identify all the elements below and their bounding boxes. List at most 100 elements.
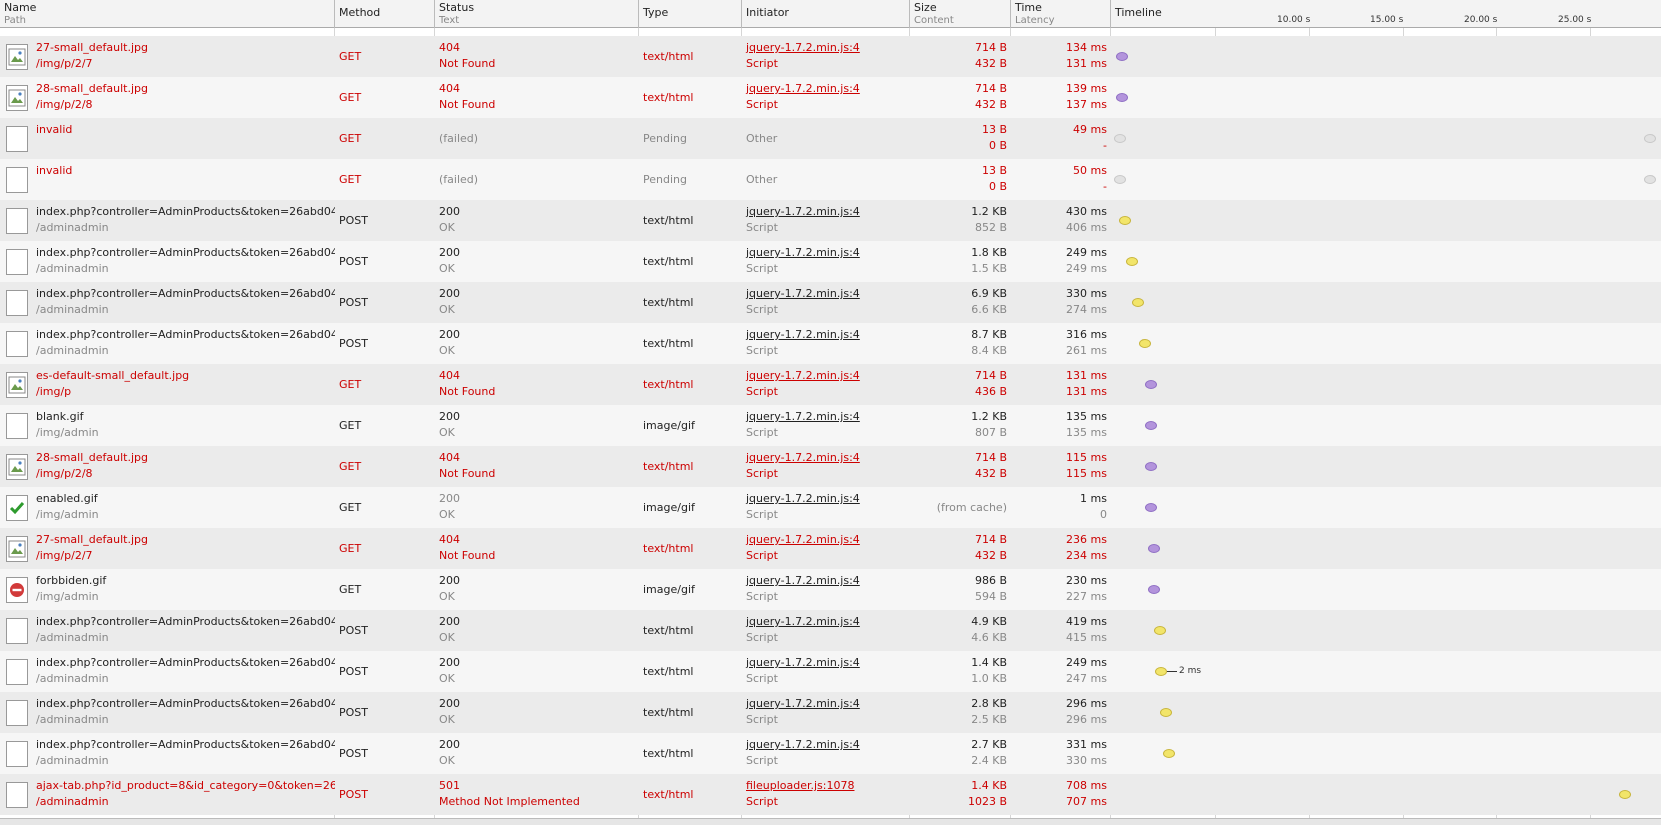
column-header-name[interactable]: Name Path — [0, 0, 335, 28]
cell-name[interactable]: es-default-small_default.jpg/img/p — [0, 364, 335, 405]
initiator-link[interactable]: jquery-1.7.2.min.js:4 — [746, 409, 906, 425]
cell-initiator[interactable]: jquery-1.7.2.min.js:4 Script — [742, 446, 910, 487]
timeline-bar[interactable] — [1119, 216, 1131, 225]
cell-initiator[interactable]: jquery-1.7.2.min.js:4 Script — [742, 733, 910, 774]
cell-name[interactable]: index.php?controller=AdminProducts&token… — [0, 733, 335, 774]
timeline-bar[interactable] — [1163, 749, 1175, 758]
cell-initiator[interactable]: jquery-1.7.2.min.js:4 Script — [742, 364, 910, 405]
cell-initiator[interactable]: jquery-1.7.2.min.js:4 Script — [742, 241, 910, 282]
cell-name[interactable]: forbbiden.gif/img/admin — [0, 569, 335, 610]
cell-name[interactable]: 28-small_default.jpg/img/p/2/8 — [0, 446, 335, 487]
cell-initiator[interactable]: jquery-1.7.2.min.js:4 Script — [742, 323, 910, 364]
table-row[interactable]: index.php?controller=AdminProducts&token… — [0, 733, 1661, 774]
initiator-link[interactable]: jquery-1.7.2.min.js:4 — [746, 286, 906, 302]
initiator-link[interactable]: jquery-1.7.2.min.js:4 — [746, 573, 906, 589]
initiator-link[interactable]: jquery-1.7.2.min.js:4 — [746, 450, 906, 466]
table-row[interactable]: 27-small_default.jpg/img/p/2/7 GET 404 Not … — [0, 528, 1661, 569]
cell-name[interactable]: index.php?controller=AdminProducts&token… — [0, 323, 335, 364]
cell-initiator[interactable]: jquery-1.7.2.min.js:4 Script — [742, 651, 910, 692]
timeline-bar[interactable] — [1619, 790, 1631, 799]
column-header-size[interactable]: Size Content — [910, 0, 1011, 28]
cell-name[interactable]: invalid — [0, 118, 335, 159]
column-header-initiator[interactable]: Initiator — [742, 0, 910, 28]
timeline-bar[interactable] — [1148, 585, 1160, 594]
cell-name[interactable]: index.php?controller=AdminProducts&token… — [0, 610, 335, 651]
table-row[interactable]: blank.gif/img/admin GET 200 OK image/gif jque… — [0, 405, 1661, 446]
cell-initiator[interactable]: jquery-1.7.2.min.js:4 Script — [742, 77, 910, 118]
column-header-status[interactable]: Status Text — [435, 0, 639, 28]
cell-name[interactable]: ajax-tab.php?id_product=8&id_category=0&… — [0, 774, 335, 815]
initiator-link[interactable]: jquery-1.7.2.min.js:4 — [746, 81, 906, 97]
timeline-bar[interactable] — [1114, 134, 1126, 143]
cell-name[interactable]: index.php?controller=AdminProducts&token… — [0, 651, 335, 692]
cell-name[interactable]: 28-small_default.jpg/img/p/2/8 — [0, 77, 335, 118]
column-header-type[interactable]: Type — [639, 0, 742, 28]
cell-name[interactable]: blank.gif/img/admin — [0, 405, 335, 446]
cell-initiator[interactable]: fileuploader.js:1078 Script — [742, 774, 910, 815]
cell-initiator[interactable]: jquery-1.7.2.min.js:4 Script — [742, 692, 910, 733]
table-row[interactable]: index.php?controller=AdminProducts&token… — [0, 200, 1661, 241]
cell-name[interactable]: 27-small_default.jpg/img/p/2/7 — [0, 36, 335, 77]
cell-initiator[interactable]: jquery-1.7.2.min.js:4 Script — [742, 569, 910, 610]
timeline-bar[interactable] — [1116, 93, 1128, 102]
table-row[interactable]: index.php?controller=AdminProducts&token… — [0, 692, 1661, 733]
table-row[interactable]: es-default-small_default.jpg/img/p GET 404… — [0, 364, 1661, 405]
initiator-link[interactable]: jquery-1.7.2.min.js:4 — [746, 696, 906, 712]
column-header-time[interactable]: Time Latency — [1011, 0, 1111, 28]
cell-initiator[interactable]: jquery-1.7.2.min.js:4 Script — [742, 36, 910, 77]
timeline-bar[interactable] — [1116, 52, 1128, 61]
timeline-bar[interactable] — [1145, 421, 1157, 430]
initiator-link[interactable]: jquery-1.7.2.min.js:4 — [746, 245, 906, 261]
table-row[interactable]: invalid GET (failed) Pending Other 13 B 0 B 49 … — [0, 118, 1661, 159]
cell-initiator[interactable]: jquery-1.7.2.min.js:4 Script — [742, 405, 910, 446]
timeline-bar[interactable] — [1644, 175, 1656, 184]
initiator-link[interactable]: jquery-1.7.2.min.js:4 — [746, 532, 906, 548]
initiator-link[interactable]: jquery-1.7.2.min.js:4 — [746, 614, 906, 630]
initiator-link[interactable]: fileuploader.js:1078 — [746, 778, 906, 794]
table-row[interactable]: invalid GET (failed) Pending Other 13 B 0 B 50 … — [0, 159, 1661, 200]
timeline-bar[interactable] — [1145, 462, 1157, 471]
timeline-bar[interactable] — [1644, 134, 1656, 143]
initiator-link[interactable]: jquery-1.7.2.min.js:4 — [746, 40, 906, 56]
initiator-link[interactable]: jquery-1.7.2.min.js:4 — [746, 368, 906, 384]
table-row[interactable]: 28-small_default.jpg/img/p/2/8 GET 404 Not … — [0, 77, 1661, 118]
cell-initiator[interactable]: jquery-1.7.2.min.js:4 Script — [742, 282, 910, 323]
table-row[interactable]: index.php?controller=AdminProducts&token… — [0, 241, 1661, 282]
cell-name[interactable]: invalid — [0, 159, 335, 200]
initiator-link[interactable]: jquery-1.7.2.min.js:4 — [746, 204, 906, 220]
column-header-method[interactable]: Method — [335, 0, 435, 28]
timeline-bar[interactable] — [1160, 708, 1172, 717]
cell-name[interactable]: index.php?controller=AdminProducts&token… — [0, 282, 335, 323]
cell-name[interactable]: index.php?controller=AdminProducts&token… — [0, 692, 335, 733]
table-row[interactable]: forbbiden.gif/img/admin GET 200 OK image/gif… — [0, 569, 1661, 610]
table-row[interactable]: index.php?controller=AdminProducts&token… — [0, 610, 1661, 651]
cell-name[interactable]: index.php?controller=AdminProducts&token… — [0, 200, 335, 241]
timeline-bar[interactable] — [1154, 626, 1166, 635]
timeline-bar[interactable] — [1155, 667, 1167, 676]
table-row[interactable]: index.php?controller=AdminProducts&token… — [0, 323, 1661, 364]
initiator-link[interactable]: jquery-1.7.2.min.js:4 — [746, 491, 906, 507]
table-row[interactable]: enabled.gif/img/admin GET 200 OK image/gif jq… — [0, 487, 1661, 528]
table-row[interactable]: index.php?controller=AdminProducts&token… — [0, 651, 1661, 692]
initiator-link[interactable]: jquery-1.7.2.min.js:4 — [746, 327, 906, 343]
table-row[interactable]: ajax-tab.php?id_product=8&id_category=0&… — [0, 774, 1661, 815]
timeline-bar[interactable] — [1145, 503, 1157, 512]
timeline-bar[interactable] — [1114, 175, 1126, 184]
timeline-bar[interactable] — [1139, 339, 1151, 348]
cell-name[interactable]: enabled.gif/img/admin — [0, 487, 335, 528]
timeline-bar[interactable] — [1145, 380, 1157, 389]
cell-initiator[interactable]: jquery-1.7.2.min.js:4 Script — [742, 200, 910, 241]
cell-name[interactable]: 27-small_default.jpg/img/p/2/7 — [0, 528, 335, 569]
cell-initiator[interactable]: jquery-1.7.2.min.js:4 Script — [742, 610, 910, 651]
initiator-link[interactable]: jquery-1.7.2.min.js:4 — [746, 737, 906, 753]
table-row[interactable]: 28-small_default.jpg/img/p/2/8 GET 404 Not … — [0, 446, 1661, 487]
table-row[interactable]: index.php?controller=AdminProducts&token… — [0, 282, 1661, 323]
timeline-bar[interactable] — [1148, 544, 1160, 553]
cell-name[interactable]: index.php?controller=AdminProducts&token… — [0, 241, 335, 282]
cell-initiator[interactable]: jquery-1.7.2.min.js:4 Script — [742, 528, 910, 569]
network-request-list[interactable]: 27-small_default.jpg/img/p/2/7 GET 404 Not … — [0, 28, 1661, 818]
cell-initiator[interactable]: jquery-1.7.2.min.js:4 Script — [742, 487, 910, 528]
timeline-bar[interactable] — [1126, 257, 1138, 266]
initiator-link[interactable]: jquery-1.7.2.min.js:4 — [746, 655, 906, 671]
timeline-bar[interactable] — [1132, 298, 1144, 307]
